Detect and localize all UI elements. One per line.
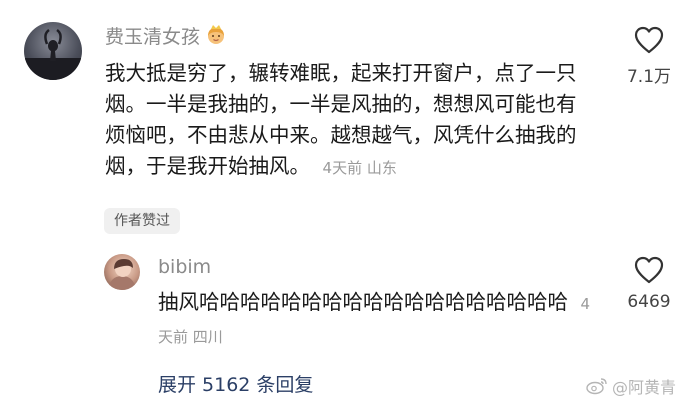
watermark-text: @阿黄青 xyxy=(611,378,676,397)
comment-like[interactable]: 7.1万 xyxy=(619,26,679,87)
weibo-logo-icon xyxy=(586,378,607,395)
reply-like[interactable]: 6469 xyxy=(619,256,679,312)
reply-location: 四川 xyxy=(192,328,223,346)
watermark: @阿黄青 xyxy=(586,374,676,398)
comment-body: 我大抵是穷了，辗转难眠，起来打开窗户，点了一只烟。一半是我抽的，一半是风抽的，想… xyxy=(105,58,595,184)
comment-avatar[interactable] xyxy=(24,22,82,80)
comment-meta: 4天前 山东 xyxy=(323,159,397,177)
reply-text: 抽风哈哈哈哈哈哈哈哈哈哈哈哈哈哈哈哈哈哈 xyxy=(158,290,568,314)
princess-emoji-icon xyxy=(208,25,225,44)
heart-icon[interactable] xyxy=(634,26,664,54)
username-text[interactable]: 费玉清女孩 xyxy=(105,26,200,48)
comment-location: 山东 xyxy=(366,159,397,177)
reply-body: 抽风哈哈哈哈哈哈哈哈哈哈哈哈哈哈哈哈哈哈 4天前 四川 xyxy=(158,287,598,353)
heart-icon[interactable] xyxy=(634,256,664,284)
comment-time: 4天前 xyxy=(322,159,363,177)
author-liked-badge: 作者赞过 xyxy=(104,208,180,234)
comment-like-count: 7.1万 xyxy=(626,67,672,87)
reply-avatar[interactable] xyxy=(104,254,140,290)
reply-username[interactable]: bibim xyxy=(158,256,211,278)
comment-username[interactable]: 费玉清女孩 xyxy=(105,22,228,49)
expand-replies-button[interactable]: 展开 5162 条回复 xyxy=(158,370,313,397)
reply-like-count: 6469 xyxy=(627,292,671,312)
